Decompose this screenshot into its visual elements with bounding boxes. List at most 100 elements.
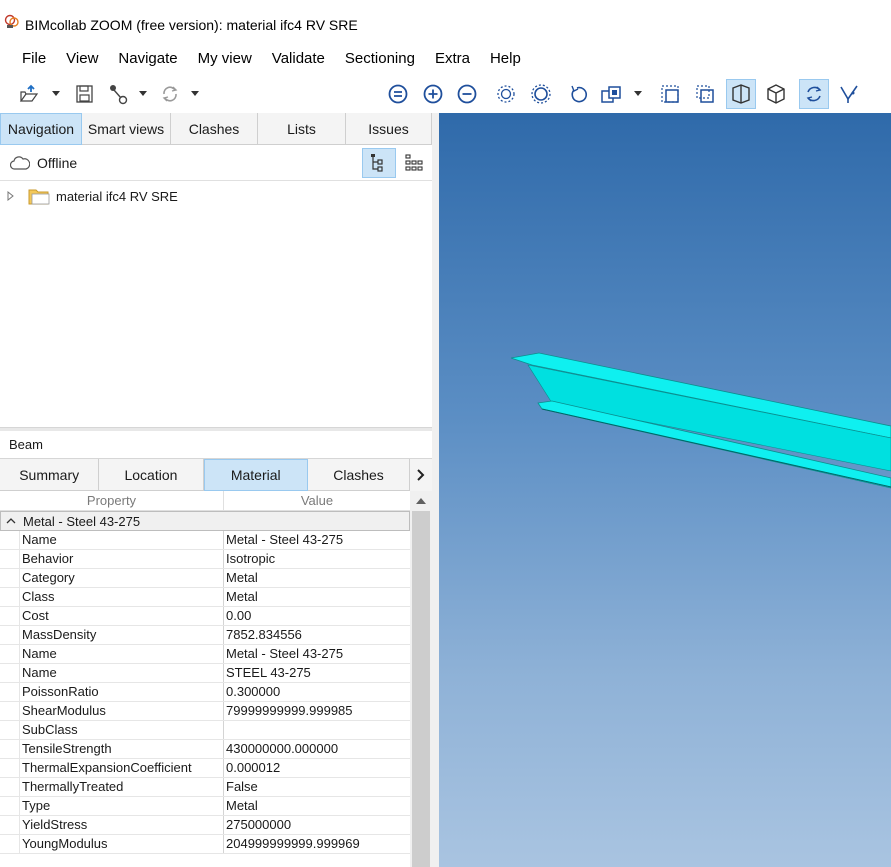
tabs-scroll-right-button[interactable] [410,459,432,491]
property-value-cell[interactable]: 0.000012 [224,759,410,777]
tab-properties-clashes[interactable]: Clashes [308,459,411,491]
zoom-extents-button[interactable] [526,79,556,109]
table-row[interactable]: Name STEEL 43-275 [0,664,410,683]
orbit-button[interactable] [799,79,829,109]
table-row[interactable]: Name Metal - Steel 43-275 [0,645,410,664]
sync-button[interactable] [155,79,185,109]
menu-bar: File View Navigate My view Validate Sect… [0,44,891,72]
viewport-splitter[interactable] [432,113,439,867]
table-row[interactable]: TensileStrength 430000000.000000 [0,740,410,759]
collapse-caret-icon[interactable] [1,518,21,524]
table-row[interactable]: ShearModulus 79999999999.999985 [0,702,410,721]
property-value-cell[interactable]: Metal - Steel 43-275 [224,645,410,663]
material-properties-grid: Property Value Metal - Steel 43-275 Name… [0,491,410,867]
row-gutter [0,550,20,568]
property-value-cell[interactable]: 275000000 [224,816,410,834]
material-group-row[interactable]: Metal - Steel 43-275 [0,511,410,531]
tab-smart-views[interactable]: Smart views [82,113,171,145]
open-model-dropdown[interactable] [51,88,61,98]
menu-my-view[interactable]: My view [188,50,262,67]
property-name-cell: YieldStress [20,816,224,834]
save-button[interactable] [69,79,99,109]
table-row[interactable]: ThermalExpansionCoefficient 0.000012 [0,759,410,778]
zoom-in-button[interactable] [418,79,448,109]
tab-issues[interactable]: Issues [346,113,432,145]
table-row[interactable]: ThermallyTreated False [0,778,410,797]
undo-view-button[interactable] [564,79,594,109]
property-value-cell[interactable]: Metal [224,588,410,606]
column-header-value[interactable]: Value [224,491,410,510]
menu-sectioning[interactable]: Sectioning [335,50,425,67]
property-value-cell[interactable]: 7852.834556 [224,626,410,644]
tab-lists[interactable]: Lists [258,113,346,145]
property-value-cell[interactable]: False [224,778,410,796]
menu-extra[interactable]: Extra [425,50,480,67]
property-value-cell[interactable]: STEEL 43-275 [224,664,410,682]
scroll-up-button[interactable] [410,493,432,509]
table-row[interactable]: MassDensity 7852.834556 [0,626,410,645]
property-value-cell[interactable]: 204999999999.999969 [224,835,410,853]
navigation-tabs: Navigation Smart views Clashes Lists Iss… [0,113,432,145]
tab-material[interactable]: Material [203,459,308,491]
table-row[interactable]: YoungModulus 204999999999.999969 [0,835,410,854]
property-value-cell[interactable]: Metal - Steel 43-275 [224,531,410,549]
table-row[interactable]: PoissonRatio 0.300000 [0,683,410,702]
tree-node[interactable]: material ifc4 RV SRE [6,185,178,207]
tab-summary[interactable]: Summary [0,459,100,491]
select-cross-button[interactable] [690,79,720,109]
expand-arrow-icon[interactable] [6,191,16,201]
fit-all-button[interactable] [383,79,413,109]
select-box-button[interactable] [655,79,685,109]
list-view-button[interactable] [396,148,430,178]
sync-dropdown[interactable] [190,88,200,98]
steel-beam-model[interactable] [439,113,891,867]
table-row[interactable]: Class Metal [0,588,410,607]
share-dropdown[interactable] [138,88,148,98]
scrollbar-thumb[interactable] [412,511,430,867]
selected-object-label: Beam [9,437,43,452]
menu-view[interactable]: View [56,50,108,67]
share-button[interactable] [103,79,133,109]
tree-hierarchy-icon [371,154,383,172]
walk-mode-button[interactable] [834,79,864,109]
menu-help[interactable]: Help [480,50,531,67]
table-row[interactable]: Category Metal [0,569,410,588]
menu-navigate[interactable]: Navigate [108,50,187,67]
property-value-cell[interactable]: 0.300000 [224,683,410,701]
property-name-cell: YoungModulus [20,835,224,853]
property-value-cell[interactable]: 430000000.000000 [224,740,410,758]
3d-viewport[interactable] [439,113,891,867]
perspective-view-button[interactable] [726,79,756,109]
open-model-button[interactable] [14,79,44,109]
table-row[interactable]: Name Metal - Steel 43-275 [0,531,410,550]
property-value-cell[interactable]: Metal [224,797,410,815]
column-header-property[interactable]: Property [0,491,224,510]
render-mode-button[interactable] [597,79,627,109]
property-value-cell[interactable]: Isotropic [224,550,410,568]
zoom-selection-button[interactable] [491,79,521,109]
tree-view-button[interactable] [362,148,396,178]
table-row[interactable]: Behavior Isotropic [0,550,410,569]
table-row[interactable]: Cost 0.00 [0,607,410,626]
zoom-out-button[interactable] [452,79,482,109]
menu-file[interactable]: File [12,50,56,67]
row-gutter [0,683,20,701]
property-value-cell[interactable] [224,721,410,739]
row-gutter [0,797,20,815]
row-gutter [0,588,20,606]
triangle-up-icon [416,498,426,504]
table-row[interactable]: SubClass [0,721,410,740]
render-mode-dropdown[interactable] [633,88,643,98]
property-name-cell: ThermalExpansionCoefficient [20,759,224,777]
property-value-cell[interactable]: 79999999999.999985 [224,702,410,720]
tab-navigation[interactable]: Navigation [0,113,82,145]
tab-clashes[interactable]: Clashes [171,113,258,145]
table-row[interactable]: Type Metal [0,797,410,816]
menu-validate[interactable]: Validate [262,50,335,67]
grid-scrollbar[interactable] [410,491,432,867]
table-row[interactable]: YieldStress 275000000 [0,816,410,835]
property-value-cell[interactable]: Metal [224,569,410,587]
tab-location[interactable]: Location [99,459,204,491]
property-value-cell[interactable]: 0.00 [224,607,410,625]
orthographic-view-button[interactable] [761,79,791,109]
